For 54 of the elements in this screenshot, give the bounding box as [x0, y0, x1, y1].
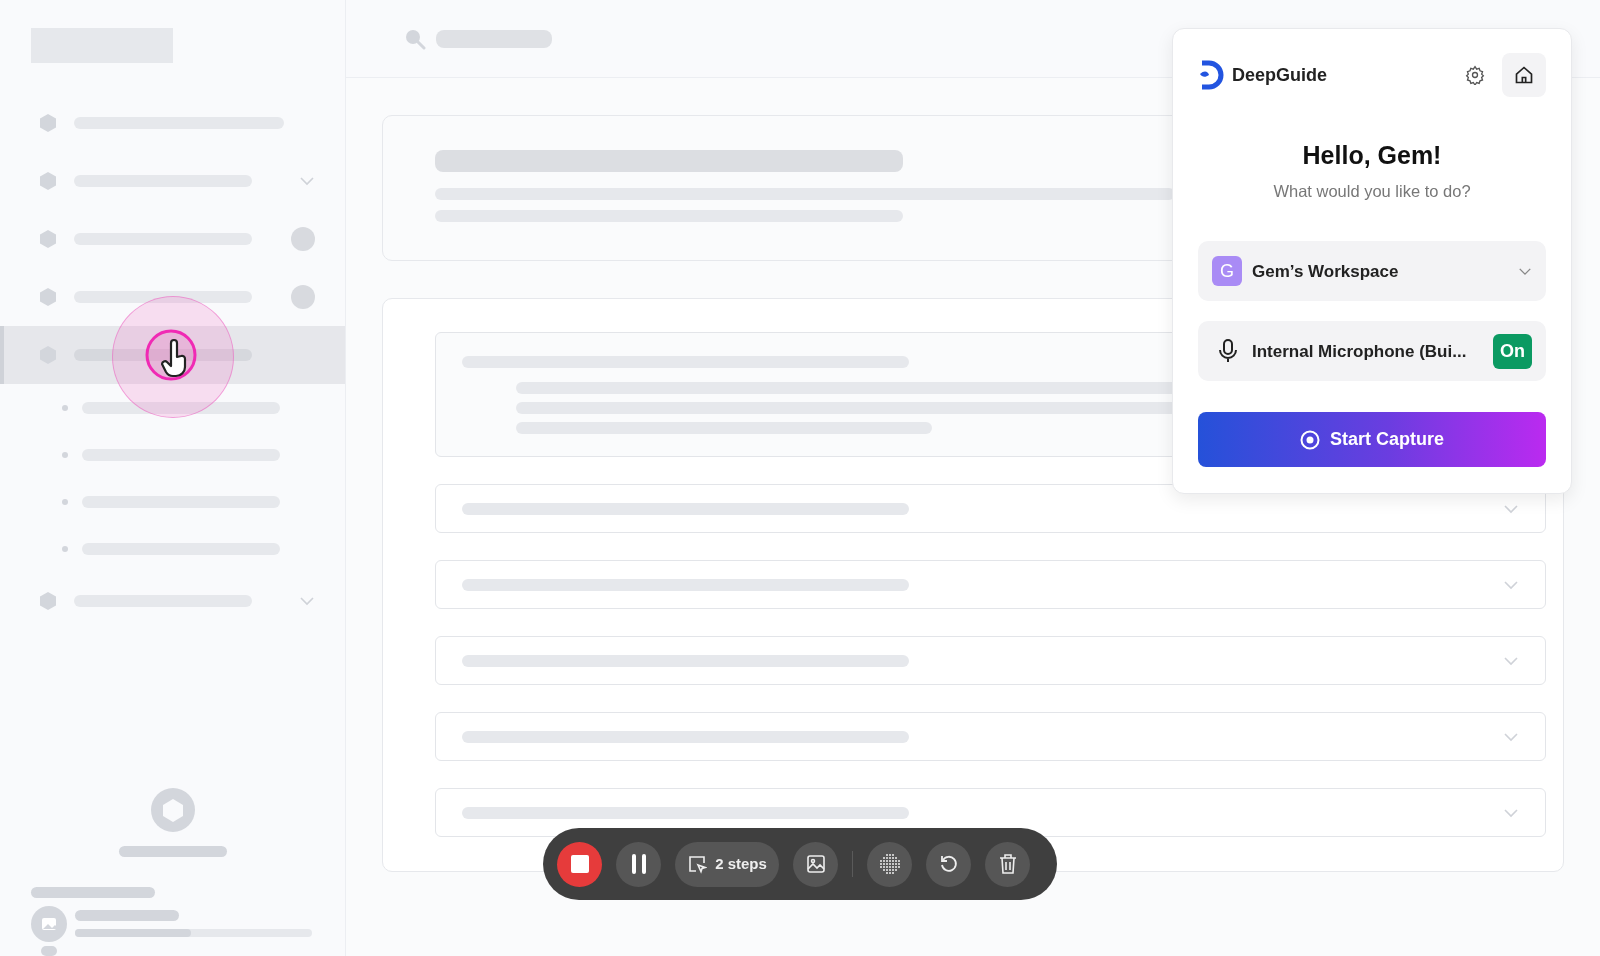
- bullet-icon: [62, 498, 68, 505]
- hexagon-icon: [38, 171, 58, 191]
- trash-icon: [998, 854, 1017, 874]
- hexagon-icon: [38, 591, 58, 611]
- pause-icon: [630, 854, 647, 874]
- hexagon-icon: [38, 113, 58, 133]
- hexagon-icon: [38, 287, 58, 307]
- bullet-icon: [62, 451, 68, 458]
- bullet-icon: [62, 404, 68, 411]
- dot-grid-icon: [878, 853, 901, 875]
- workspace-avatar: G: [1212, 256, 1242, 287]
- badge-dot: [291, 285, 315, 309]
- settings-icon: [1465, 65, 1485, 85]
- workspace-dropdown[interactable]: G Gem’s Workspace: [1198, 241, 1546, 302]
- sidebar-item[interactable]: [0, 326, 345, 384]
- hexagon-icon: [38, 229, 58, 249]
- image-icon: [805, 854, 826, 874]
- subtitle: What would you like to do?: [1272, 180, 1472, 202]
- settings-button[interactable]: [1464, 64, 1486, 86]
- bullet-icon: [62, 545, 68, 552]
- chevron-down-icon: [1503, 503, 1519, 514]
- workspace-name: Gem’s Workspace: [1252, 260, 1399, 283]
- microphone-name: Internal Microphone (Bui...: [1252, 340, 1467, 363]
- chevron-down-icon: [299, 176, 315, 186]
- hexagon-avatar-icon: [150, 788, 195, 832]
- chevron-down-icon: [1503, 731, 1519, 742]
- pause-button[interactable]: [616, 841, 661, 887]
- stop-button[interactable]: [557, 841, 602, 887]
- delete-button[interactable]: [985, 841, 1030, 887]
- restart-icon: [938, 854, 959, 874]
- image-button[interactable]: [793, 841, 838, 887]
- steps-button[interactable]: 2 steps: [675, 841, 779, 887]
- greeting: Hello, Gem!: [1301, 140, 1443, 171]
- microphone-icon: [1218, 338, 1238, 365]
- chevron-down-icon: [1503, 655, 1519, 666]
- chevron-down-icon: [1503, 807, 1519, 818]
- logo-icon: [1198, 60, 1224, 90]
- stop-icon: [570, 855, 589, 873]
- home-icon: [1514, 65, 1534, 85]
- cursor-icon: [687, 854, 708, 874]
- image-avatar-icon: [31, 906, 67, 942]
- grid-button[interactable]: [867, 841, 912, 887]
- microphone-toggle[interactable]: On: [1493, 333, 1532, 369]
- badge-dot: [291, 227, 315, 251]
- chevron-down-icon: [1518, 266, 1532, 276]
- status-pill: [41, 946, 57, 956]
- chevron-down-icon: [299, 596, 315, 606]
- chevron-down-icon: [1503, 579, 1519, 590]
- accordion-row[interactable]: [435, 788, 1546, 837]
- restart-button[interactable]: [926, 841, 971, 887]
- home-button[interactable]: [1502, 53, 1546, 97]
- brand-name: DeepGuide: [1232, 63, 1328, 87]
- start-capture-button[interactable]: Start Capture: [1198, 412, 1546, 468]
- record-icon: [1300, 429, 1320, 450]
